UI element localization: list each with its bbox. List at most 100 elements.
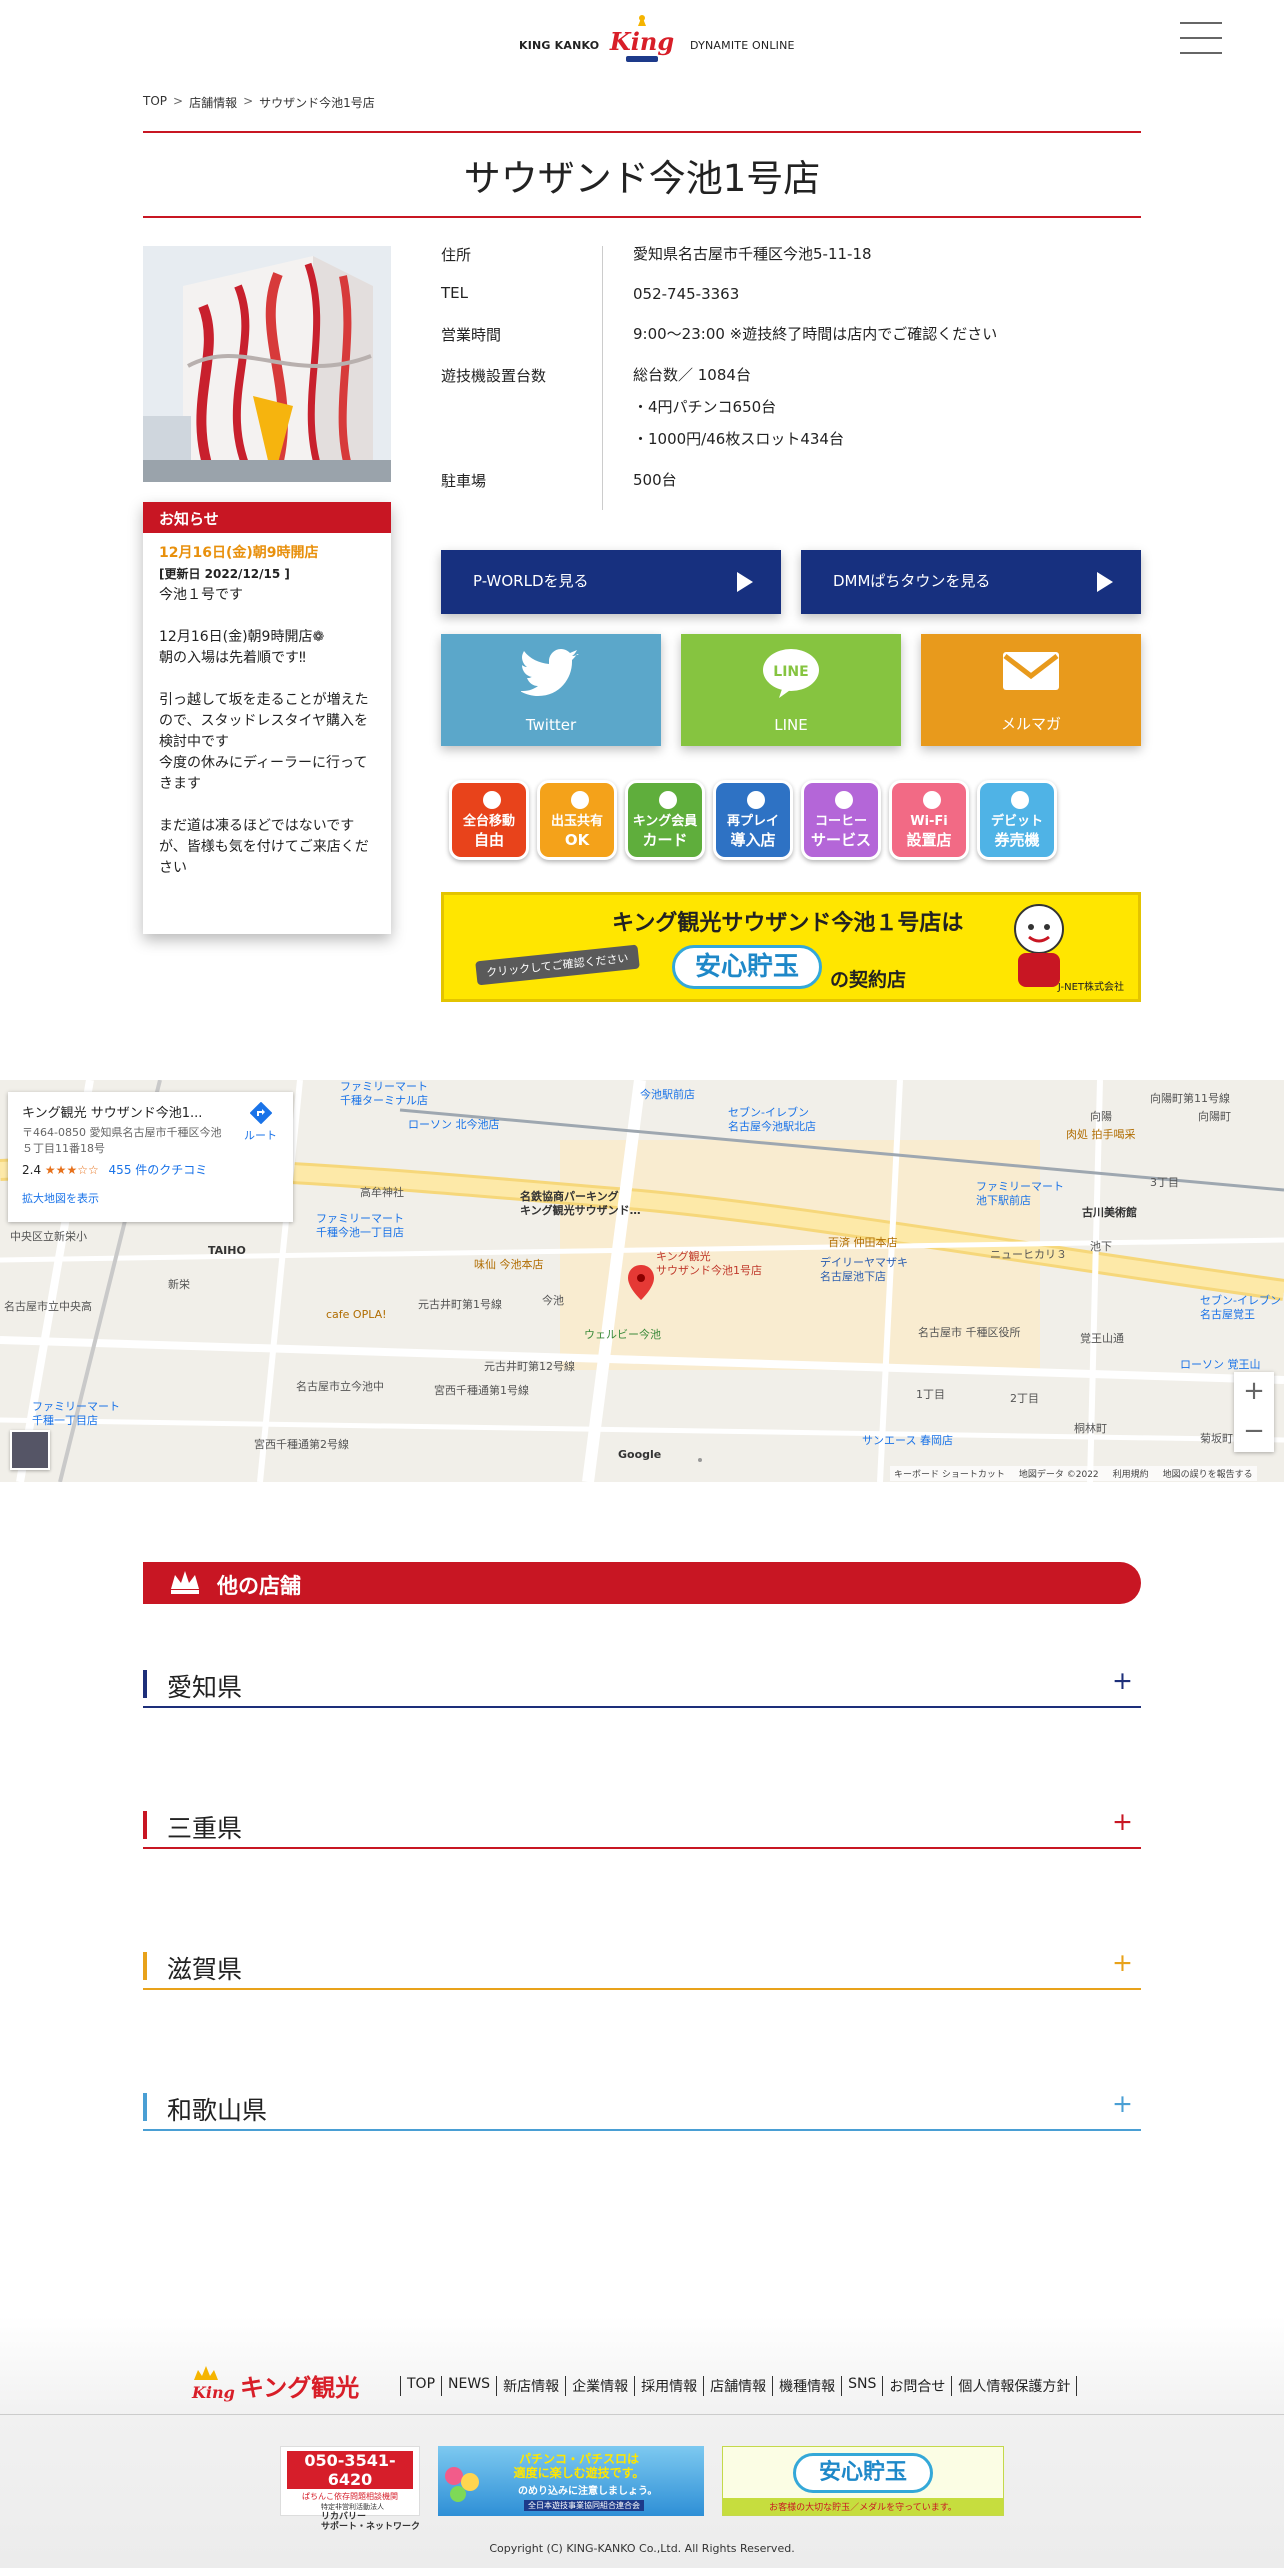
hamburger-line-icon	[1180, 37, 1222, 39]
map-label: 今池	[542, 1294, 564, 1307]
pref-accordion-mie[interactable]: 三重県 +	[143, 1807, 1141, 1849]
hamburger-line-icon	[1180, 22, 1222, 24]
footer-king-kanko-logo[interactable]: King キング観光	[190, 2364, 370, 2404]
info-label: 駐車場	[441, 472, 487, 490]
footer-divider	[0, 2414, 1284, 2415]
footer-nav: TOP NEWS 新店情報 企業情報 採用情報 店舗情報 機種情報 SNS お問…	[400, 2376, 1078, 2396]
map-label: セブン-イレブン 名古屋今池駅北店	[728, 1106, 816, 1133]
line-button[interactable]: LINE LINE	[681, 634, 901, 746]
hamburger-menu-button[interactable]	[1180, 20, 1222, 56]
pref-accordion-wakayama[interactable]: 和歌山県 +	[143, 2089, 1141, 2131]
zoom-out-button[interactable]: −	[1234, 1412, 1274, 1452]
zoom-in-button[interactable]: +	[1234, 1372, 1274, 1412]
pworld-button-label: P-WORLDを見る	[473, 572, 589, 590]
dmm-pachitown-button[interactable]: DMMぱちタウンを見る	[801, 550, 1141, 614]
anshin-chodama-footer-banner[interactable]: 安心貯玉 お客様の大切な貯玉／メダルを守っています。	[722, 2446, 1004, 2516]
footer-link-recruit[interactable]: 採用情報	[634, 2376, 703, 2396]
feature-badge: 出玉共有 OK	[537, 780, 617, 860]
notice-body: 12月16日(金)朝9時開店 [更新日 2022/12/15 ] 今池１号です …	[143, 533, 391, 889]
mail-magazine-button[interactable]: メルマガ	[921, 634, 1141, 746]
map-label: 覚王山通	[1080, 1332, 1124, 1345]
map-label: 桐林町	[1074, 1422, 1107, 1435]
page-title: サウザンド今池1号店	[463, 157, 821, 200]
fair-play-banner[interactable]: パチンコ・パチスロは 適度に楽しむ遊技です。 のめり込みに注意しましょう。 全日…	[438, 2446, 704, 2516]
breadcrumb: TOP > 店舗情報 > サウザンド今池1号店	[143, 94, 375, 111]
footer-link-privacy[interactable]: 個人情報保護方針	[951, 2376, 1078, 2396]
footer-link-news[interactable]: NEWS	[441, 2376, 496, 2396]
pworld-button[interactable]: P-WORLDを見る	[441, 550, 781, 614]
king-logo[interactable]: King	[608, 12, 676, 68]
expand-plus-icon: +	[1112, 2089, 1133, 2118]
map-label: 味仙 今池本店	[474, 1258, 544, 1271]
map-label: ファミリーマート 池下駅前店	[976, 1180, 1064, 1207]
svg-text:King: King	[609, 27, 674, 56]
jnet-company: J-NET株式会社	[1057, 982, 1124, 993]
pref-accent-bar	[143, 1952, 147, 1980]
feature-line1: キング会員	[632, 814, 698, 829]
pref-underline	[143, 2129, 1141, 2131]
feature-badge: デビット 券売機	[977, 780, 1057, 860]
route-button[interactable]: ルート	[244, 1101, 277, 1143]
info-divider	[602, 246, 603, 510]
map-report[interactable]: 地図の誤りを報告する	[1163, 1467, 1253, 1480]
map-keyboard-shortcuts[interactable]: キーボード ショートカット	[894, 1467, 1005, 1480]
map-label: 宮西千種通第1号線	[434, 1384, 529, 1397]
notice-updated-date: [更新日 2022/12/15 ]	[159, 567, 290, 581]
map-zoom-controls: + −	[1234, 1372, 1274, 1452]
map-label: 百済 仲田本店	[828, 1236, 898, 1249]
brand-dynamite-online: DYNAMITE ONLINE	[690, 39, 795, 52]
map-label: 高牟神社	[360, 1186, 404, 1199]
satellite-toggle[interactable]	[10, 1430, 50, 1470]
map-label: ファミリーマート 千種ターミナル店	[340, 1080, 428, 1107]
footer-link-stores[interactable]: 店舗情報	[703, 2376, 772, 2396]
map-label: 1丁目	[916, 1388, 945, 1401]
google-map[interactable]: キング観光 サウザンド今池1号店 名鉄協商パーキング キング観光サウザンド… フ…	[0, 1080, 1284, 1482]
map-terms[interactable]: 利用規約	[1113, 1467, 1149, 1480]
play-arrow-icon	[737, 572, 753, 592]
breadcrumb-separator: >	[173, 94, 184, 108]
map-label: 名古屋市立中央高	[4, 1300, 92, 1313]
jnet-anshin-banner[interactable]: キング観光サウザンド今池１号店は クリックしてご確認ください 安心貯玉 の契約店…	[441, 892, 1141, 1002]
twitter-button[interactable]: Twitter	[441, 634, 661, 746]
footer-link-top[interactable]: TOP	[400, 2376, 441, 2396]
footer-link-company[interactable]: 企業情報	[565, 2376, 634, 2396]
info-value[interactable]: 052-745-3363	[633, 278, 1133, 310]
footer-link-sns[interactable]: SNS	[841, 2376, 882, 2396]
map-label: 今池駅前店	[640, 1088, 695, 1101]
other-stores-heading: 他の店舗	[143, 1562, 1141, 1604]
title-divider	[143, 216, 1141, 218]
map-label: cafe OPLA!	[326, 1308, 387, 1321]
map-label: 宮西千種通第2号線	[254, 1438, 349, 1451]
pref-name: 和歌山県	[167, 2096, 268, 2125]
mail-icon	[1003, 652, 1059, 690]
map-label: 名古屋市立今池中	[296, 1380, 384, 1393]
footer-link-new-stores[interactable]: 新店情報	[496, 2376, 565, 2396]
feature-line1: コーヒー	[814, 814, 867, 829]
enlarge-map-link[interactable]: 拡大地図を表示	[22, 1190, 279, 1206]
map-label: ウェルビー今池	[584, 1328, 661, 1341]
feature-line2: OK	[564, 831, 590, 849]
feature-line2: 券売機	[994, 831, 1040, 849]
map-label: 向陽町	[1198, 1110, 1231, 1123]
feature-line1: 出玉共有	[550, 814, 603, 829]
reviews-link[interactable]: 455 件のクチコミ	[109, 1163, 208, 1177]
breadcrumb-top-link[interactable]: TOP	[143, 94, 167, 111]
recovery-support-banner[interactable]: 050-3541-6420 ぱちんこ依存問題相談機関 特定非営利活動法人 リカバ…	[280, 2446, 420, 2532]
feature-line2: 設置店	[906, 831, 952, 849]
footer-link-machines[interactable]: 機種情報	[772, 2376, 841, 2396]
map-label-store[interactable]: キング観光 サウザンド今池1号店	[656, 1250, 762, 1278]
map-label: ローソン 覚王山	[1180, 1358, 1261, 1371]
map-label: セブン-イレブン 名古屋覚王	[1200, 1294, 1281, 1321]
map-label: 池下	[1090, 1240, 1112, 1253]
map-label: TAIHO	[208, 1244, 246, 1257]
feature-line1: Wi-Fi	[910, 814, 948, 829]
pref-accordion-aichi[interactable]: 愛知県 +	[143, 1666, 1141, 1708]
feature-line2: 導入店	[730, 831, 776, 849]
breadcrumb-stores-link[interactable]: 店舗情報	[189, 94, 237, 111]
map-label: 名古屋市 千種区役所	[918, 1326, 1021, 1339]
balloons-icon	[445, 2467, 479, 2502]
map-label: 名鉄協商パーキング キング観光サウザンド…	[520, 1190, 641, 1217]
footer-link-contact[interactable]: お問合せ	[882, 2376, 951, 2396]
expand-plus-icon: +	[1112, 1948, 1133, 1977]
pref-accordion-shiga[interactable]: 滋賀県 +	[143, 1948, 1141, 1990]
